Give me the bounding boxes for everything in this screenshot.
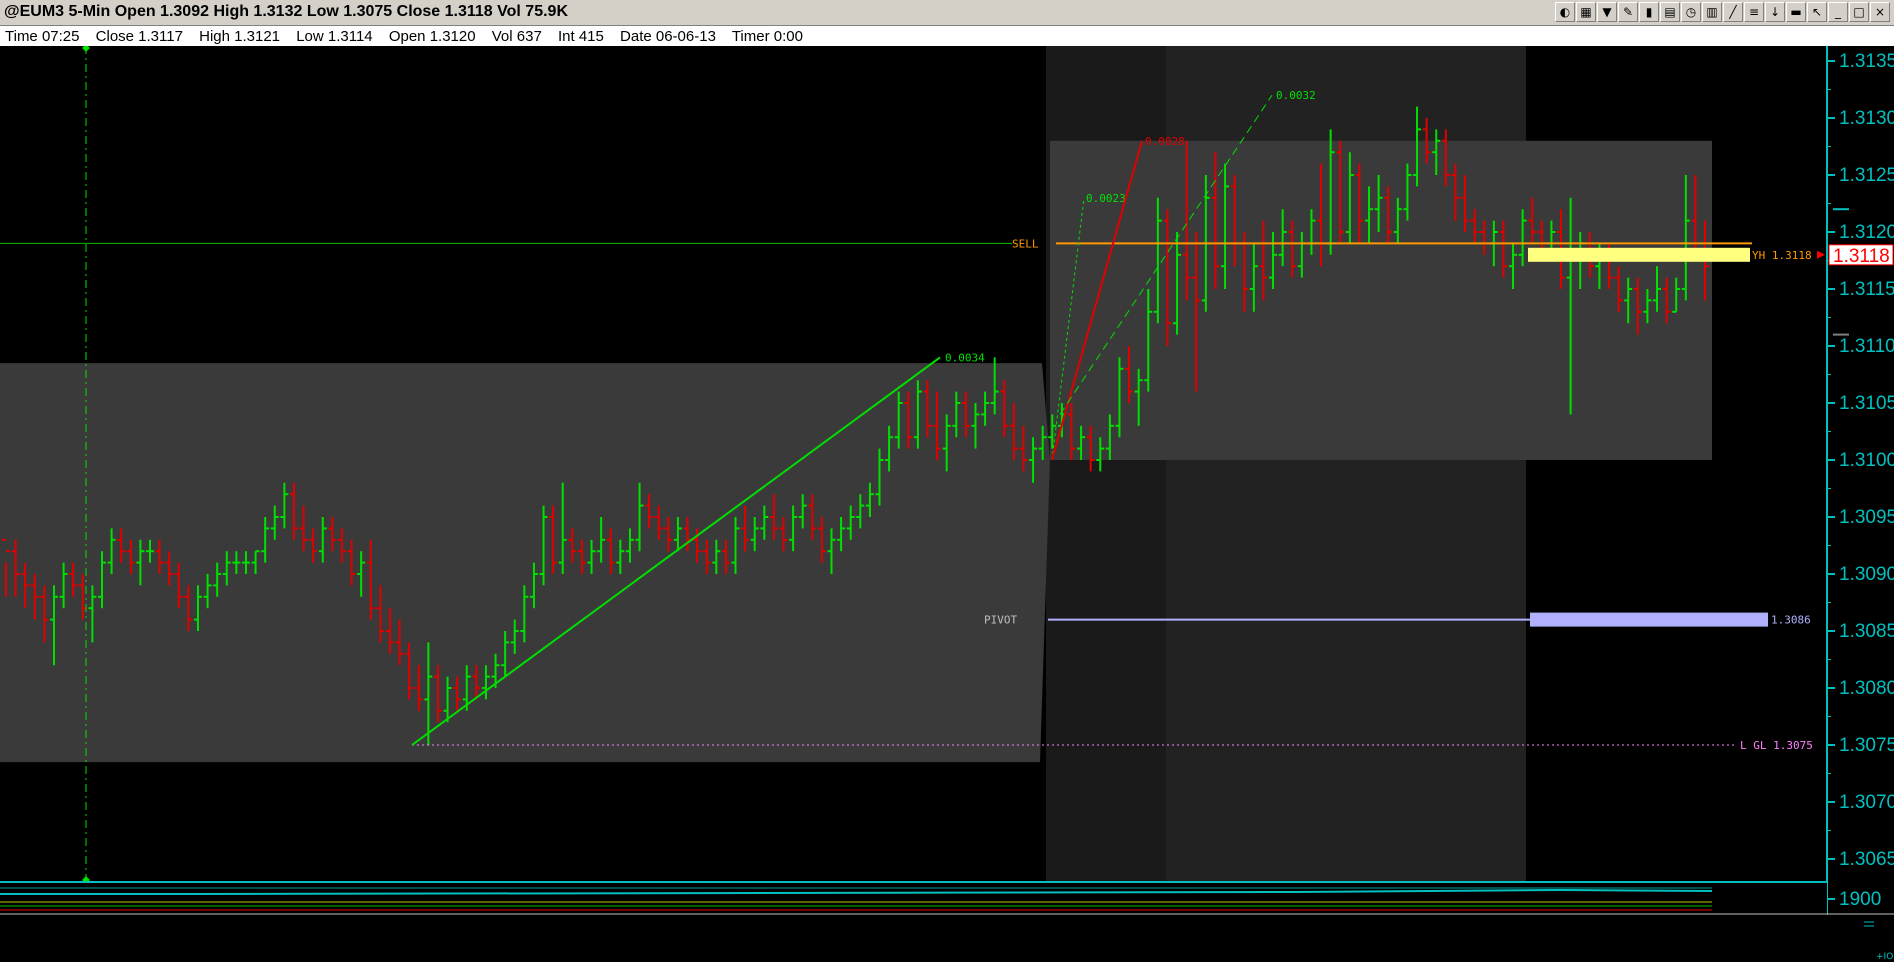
info-low: Low 1.3114 (296, 28, 373, 45)
chart-title: @EUM3 5-Min Open 1.3092 High 1.3132 Low … (4, 3, 568, 20)
clock-icon[interactable]: ◷ (1681, 2, 1701, 22)
price-tick-label: 1.3065 (1839, 849, 1894, 870)
delete-icon[interactable]: ▬ (1786, 2, 1806, 22)
price-tick-label: 1.3120 (1839, 222, 1894, 243)
trendline-label-2: 0.0023 (1086, 192, 1126, 205)
info-vol: Vol 637 (491, 28, 542, 45)
pivot-value-label: 1.3086 (1771, 614, 1811, 627)
price-tick-label: 1.3100 (1839, 450, 1894, 471)
trendline-label-3: 0.0028 (1145, 135, 1185, 148)
filter-icon[interactable]: ▼ (1597, 2, 1617, 22)
price-tick-label: 1.3105 (1839, 393, 1894, 414)
trendline-label-4: 0.0032 (1276, 89, 1316, 102)
price-tick-label: 1.3085 (1839, 621, 1894, 642)
price-tick-label: 1.3115 (1839, 279, 1894, 300)
sell-label: SELL (1012, 237, 1039, 250)
price-tick-label: 1.3135 (1839, 51, 1894, 72)
info-open: Open 1.3120 (388, 28, 476, 45)
data-window-bar: Time 07:25 Close 1.3117 High 1.3121 Low … (0, 26, 1894, 46)
trendline-label-1: 0.0034 (945, 351, 985, 364)
pivot-band (1530, 612, 1768, 627)
info-date: Date 06-06-13 (620, 28, 716, 45)
window-titlebar: @EUM3 5-Min Open 1.3092 High 1.3132 Low … (0, 0, 1894, 26)
cursor-icon[interactable]: ↖ (1807, 2, 1827, 22)
minimize-icon[interactable]: _ (1828, 2, 1848, 22)
price-tick-label: 1.3130 (1839, 108, 1894, 129)
current-price-label: 1.3118 (1833, 246, 1890, 267)
bar-chart-icon[interactable]: ▮ (1639, 2, 1659, 22)
indicator-icon[interactable]: ▦ (1576, 2, 1596, 22)
price-tick-label: 1.3090 (1839, 564, 1894, 585)
yh-band (1528, 247, 1750, 262)
price-chart[interactable]: SELL YH 1.3118 PIVOT 1.3086 L GL 1.3075 0.003… (0, 46, 1894, 962)
current-range-box (1050, 140, 1712, 461)
info-close: Close 1.3117 (95, 28, 183, 45)
lgl-label: L GL 1.3075 (1740, 739, 1813, 752)
fib-icon[interactable]: ≡ (1744, 2, 1764, 22)
price-tick-label: 1.3070 (1839, 792, 1894, 813)
price-tick-label: 1.3075 (1839, 735, 1894, 756)
volume-axis-label: 1900 (1839, 889, 1881, 910)
info-high: High 1.3121 (199, 28, 281, 45)
restore-icon[interactable]: □ (1849, 2, 1869, 22)
info-timer: Timer 0:00 (731, 28, 803, 45)
chart-type-icon[interactable]: ◐ (1555, 2, 1575, 22)
pivot-label: PIVOT (984, 614, 1017, 627)
price-tick-label: 1.3080 (1839, 678, 1894, 699)
price-tick-label: 1.3095 (1839, 507, 1894, 528)
yh-label: YH 1.3118 (1752, 249, 1812, 262)
info-time: Time 07:25 (5, 28, 80, 45)
arrow-down-icon[interactable]: ↓ (1765, 2, 1785, 22)
drawing-icon[interactable]: ▥ (1702, 2, 1722, 22)
pencil-icon[interactable]: ✎ (1618, 2, 1638, 22)
page-icon[interactable]: ▤ (1660, 2, 1680, 22)
bar-info: Time 07:25 Close 1.3117 High 1.3121 Low … (5, 28, 815, 45)
chart-toolbar: ◐ ▦ ▼ ✎ ▮ ▤ ◷ ▥ ╱ ≡ ↓ ▬ ↖ _ □ × (1555, 2, 1890, 22)
price-tick-label: 1.3125 (1839, 165, 1894, 186)
info-int: Int 415 (557, 28, 604, 45)
corner-label: +IO (1876, 952, 1893, 962)
prior-range-box (0, 363, 1050, 763)
trendline-icon[interactable]: ╱ (1723, 2, 1743, 22)
close-icon[interactable]: × (1870, 2, 1890, 22)
price-tick-label: 1.3110 (1839, 336, 1894, 357)
